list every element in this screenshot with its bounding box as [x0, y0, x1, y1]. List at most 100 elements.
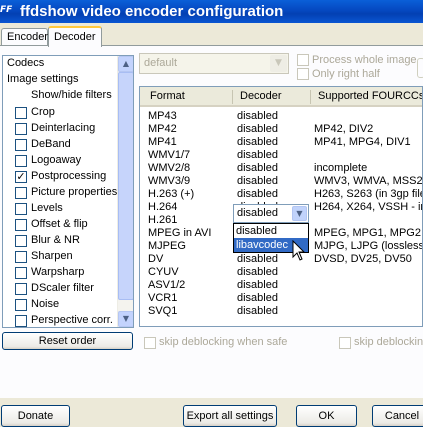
- decoder-dropdown[interactable]: disabled ▼: [233, 204, 309, 223]
- list-item-crop[interactable]: Crop: [3, 105, 119, 121]
- cell-fourcc: DVSD, DV25, DV50: [314, 253, 412, 265]
- cell-decoder: disabled: [237, 149, 278, 161]
- list-item-label: DeBand: [31, 138, 71, 150]
- table-row[interactable]: H.263 (+) disabled H263, S263 (in 3gp file: [140, 188, 423, 202]
- table-row[interactable]: SVQ1 disabled: [140, 305, 422, 319]
- cell-decoder: disabled: [237, 123, 278, 135]
- scroll-thumb[interactable]: [118, 72, 133, 300]
- cell-decoder: disabled: [237, 253, 278, 265]
- chevron-down-icon: ▼: [270, 55, 287, 72]
- cell-format: H.264: [148, 201, 178, 213]
- list-item-label: Logoaway: [31, 154, 82, 166]
- cell-format: SVQ1: [148, 305, 178, 317]
- ok-button[interactable]: OK: [296, 405, 357, 427]
- column-format[interactable]: Format: [150, 90, 185, 102]
- tab-encoder[interactable]: Encoder: [1, 28, 48, 46]
- skip-deblocking-safe-checkbox: [144, 337, 156, 349]
- tab-decoder[interactable]: Decoder: [48, 26, 102, 47]
- scroll-down-icon[interactable]: ▼: [118, 311, 133, 327]
- cell-fourcc: incomplete: [314, 162, 368, 174]
- cell-decoder: disabled: [237, 162, 278, 174]
- ffdshow-logo-icon: FF: [0, 5, 13, 15]
- crop-checkbox[interactable]: [15, 107, 27, 119]
- cell-format: MPEG in AVI: [148, 227, 212, 239]
- cell-decoder: disabled: [237, 279, 278, 291]
- skip-deblocking-label: skip deblocking: [354, 336, 423, 348]
- cell-decoder: disabled: [237, 110, 278, 122]
- table-row[interactable]: MP42 disabled MP42, DIV2: [140, 123, 422, 137]
- scroll-up-icon[interactable]: ▲: [118, 56, 133, 72]
- table-row[interactable]: MP43 disabled: [140, 110, 422, 124]
- list-item-label: Sharpen: [31, 250, 73, 262]
- list-item-levels[interactable]: Levels: [3, 201, 119, 217]
- picture-properties-checkbox[interactable]: [15, 187, 27, 199]
- list-item-offset-flip[interactable]: Offset & flip: [3, 217, 119, 233]
- list-item-warpsharp[interactable]: Warpsharp: [3, 265, 119, 281]
- preset-side-box: [417, 58, 423, 78]
- logoaway-checkbox[interactable]: [15, 155, 27, 167]
- cell-format: MJPEG: [148, 240, 186, 252]
- preset-value: default: [144, 57, 178, 69]
- cancel-button[interactable]: Cancel: [372, 405, 423, 427]
- list-item-postprocessing[interactable]: ✓ Postprocessing: [3, 169, 119, 185]
- process-whole-image-label: Process whole image: [312, 54, 417, 66]
- list-item-blur-nr[interactable]: Blur & NR: [3, 233, 119, 249]
- export-all-settings-button[interactable]: Export all settings: [183, 405, 277, 427]
- sharpen-checkbox[interactable]: [15, 251, 27, 263]
- column-fourcc[interactable]: Supported FOURCCs/m: [318, 90, 422, 102]
- title-bar[interactable]: FF ffdshow video encoder configuration: [0, 0, 423, 23]
- dropdown-option-disabled[interactable]: disabled: [234, 224, 308, 238]
- only-right-half-label: Only right half: [312, 68, 380, 80]
- skip-deblocking-safe-label: skip deblocking when safe: [159, 336, 288, 348]
- list-item-perspective[interactable]: Perspective corr.: [3, 313, 119, 327]
- list-item-logoaway[interactable]: Logoaway: [3, 153, 119, 169]
- list-item-dscaler[interactable]: DScaler filter: [3, 281, 119, 297]
- deinterlacing-checkbox[interactable]: [15, 123, 27, 135]
- levels-checkbox[interactable]: [15, 203, 27, 215]
- cell-format: MP43: [148, 110, 177, 122]
- table-row[interactable]: MP41 disabled MP41, MPG4, DIV1: [140, 136, 422, 150]
- cell-format: DV: [148, 253, 164, 265]
- cell-format: CYUV: [148, 266, 179, 278]
- dscaler-checkbox[interactable]: [15, 283, 27, 295]
- list-item-codecs[interactable]: Codecs: [7, 57, 123, 73]
- table-row[interactable]: CYUV disabled: [140, 266, 422, 280]
- list-item-noise[interactable]: Noise: [3, 297, 119, 313]
- cell-decoder: disabled: [237, 305, 278, 317]
- cell-format: ASV1/2: [148, 279, 186, 291]
- table-row[interactable]: VCR1 disabled: [140, 292, 422, 306]
- filter-list-scrollbar[interactable]: ▲ ▼: [117, 56, 133, 327]
- cell-format: MP42: [148, 123, 177, 135]
- list-item-picture-properties[interactable]: Picture properties: [3, 185, 119, 201]
- noise-checkbox[interactable]: [15, 299, 27, 311]
- deband-checkbox[interactable]: [15, 139, 27, 151]
- reset-order-button[interactable]: Reset order: [2, 332, 133, 350]
- process-whole-image-checkbox: [297, 54, 309, 66]
- warpsharp-checkbox[interactable]: [15, 267, 27, 279]
- list-item-label: Perspective corr.: [31, 314, 113, 326]
- filter-list[interactable]: Codecs Image settings Show/hide filters …: [2, 55, 134, 328]
- list-item-sharpen[interactable]: Sharpen: [3, 249, 119, 265]
- list-item-label: Offset & flip: [31, 218, 88, 230]
- preset-combo: default ▼: [139, 53, 289, 74]
- list-item-image-settings[interactable]: Image settings: [7, 73, 123, 89]
- perspective-checkbox[interactable]: [15, 315, 27, 327]
- table-row[interactable]: WMV3/9 disabled WMV3, WMVA, MSS2: [140, 175, 422, 189]
- list-item-label: Levels: [31, 202, 63, 214]
- chevron-down-icon[interactable]: ▼: [292, 206, 307, 221]
- cell-fourcc: H264, X264, VSSH - inc: [314, 201, 423, 213]
- table-row[interactable]: WMV1/7 disabled: [140, 149, 422, 163]
- donate-button[interactable]: Donate: [1, 405, 70, 427]
- list-item-deband[interactable]: DeBand: [3, 137, 119, 153]
- table-row[interactable]: ASV1/2 disabled: [140, 279, 422, 293]
- postprocessing-checkbox[interactable]: ✓: [15, 171, 27, 183]
- column-decoder[interactable]: Decoder: [240, 90, 282, 102]
- cell-fourcc: MP41, MPG4, DIV1: [314, 136, 411, 148]
- table-row[interactable]: WMV2/8 disabled incomplete: [140, 162, 422, 176]
- blur-nr-checkbox[interactable]: [15, 235, 27, 247]
- table-row[interactable]: DV disabled DVSD, DV25, DV50: [140, 253, 422, 267]
- list-item-deinterlacing[interactable]: Deinterlacing: [3, 121, 119, 137]
- offset-flip-checkbox[interactable]: [15, 219, 27, 231]
- cell-fourcc: H263, S263 (in 3gp file: [314, 188, 423, 200]
- list-item-label: Warpsharp: [31, 266, 85, 278]
